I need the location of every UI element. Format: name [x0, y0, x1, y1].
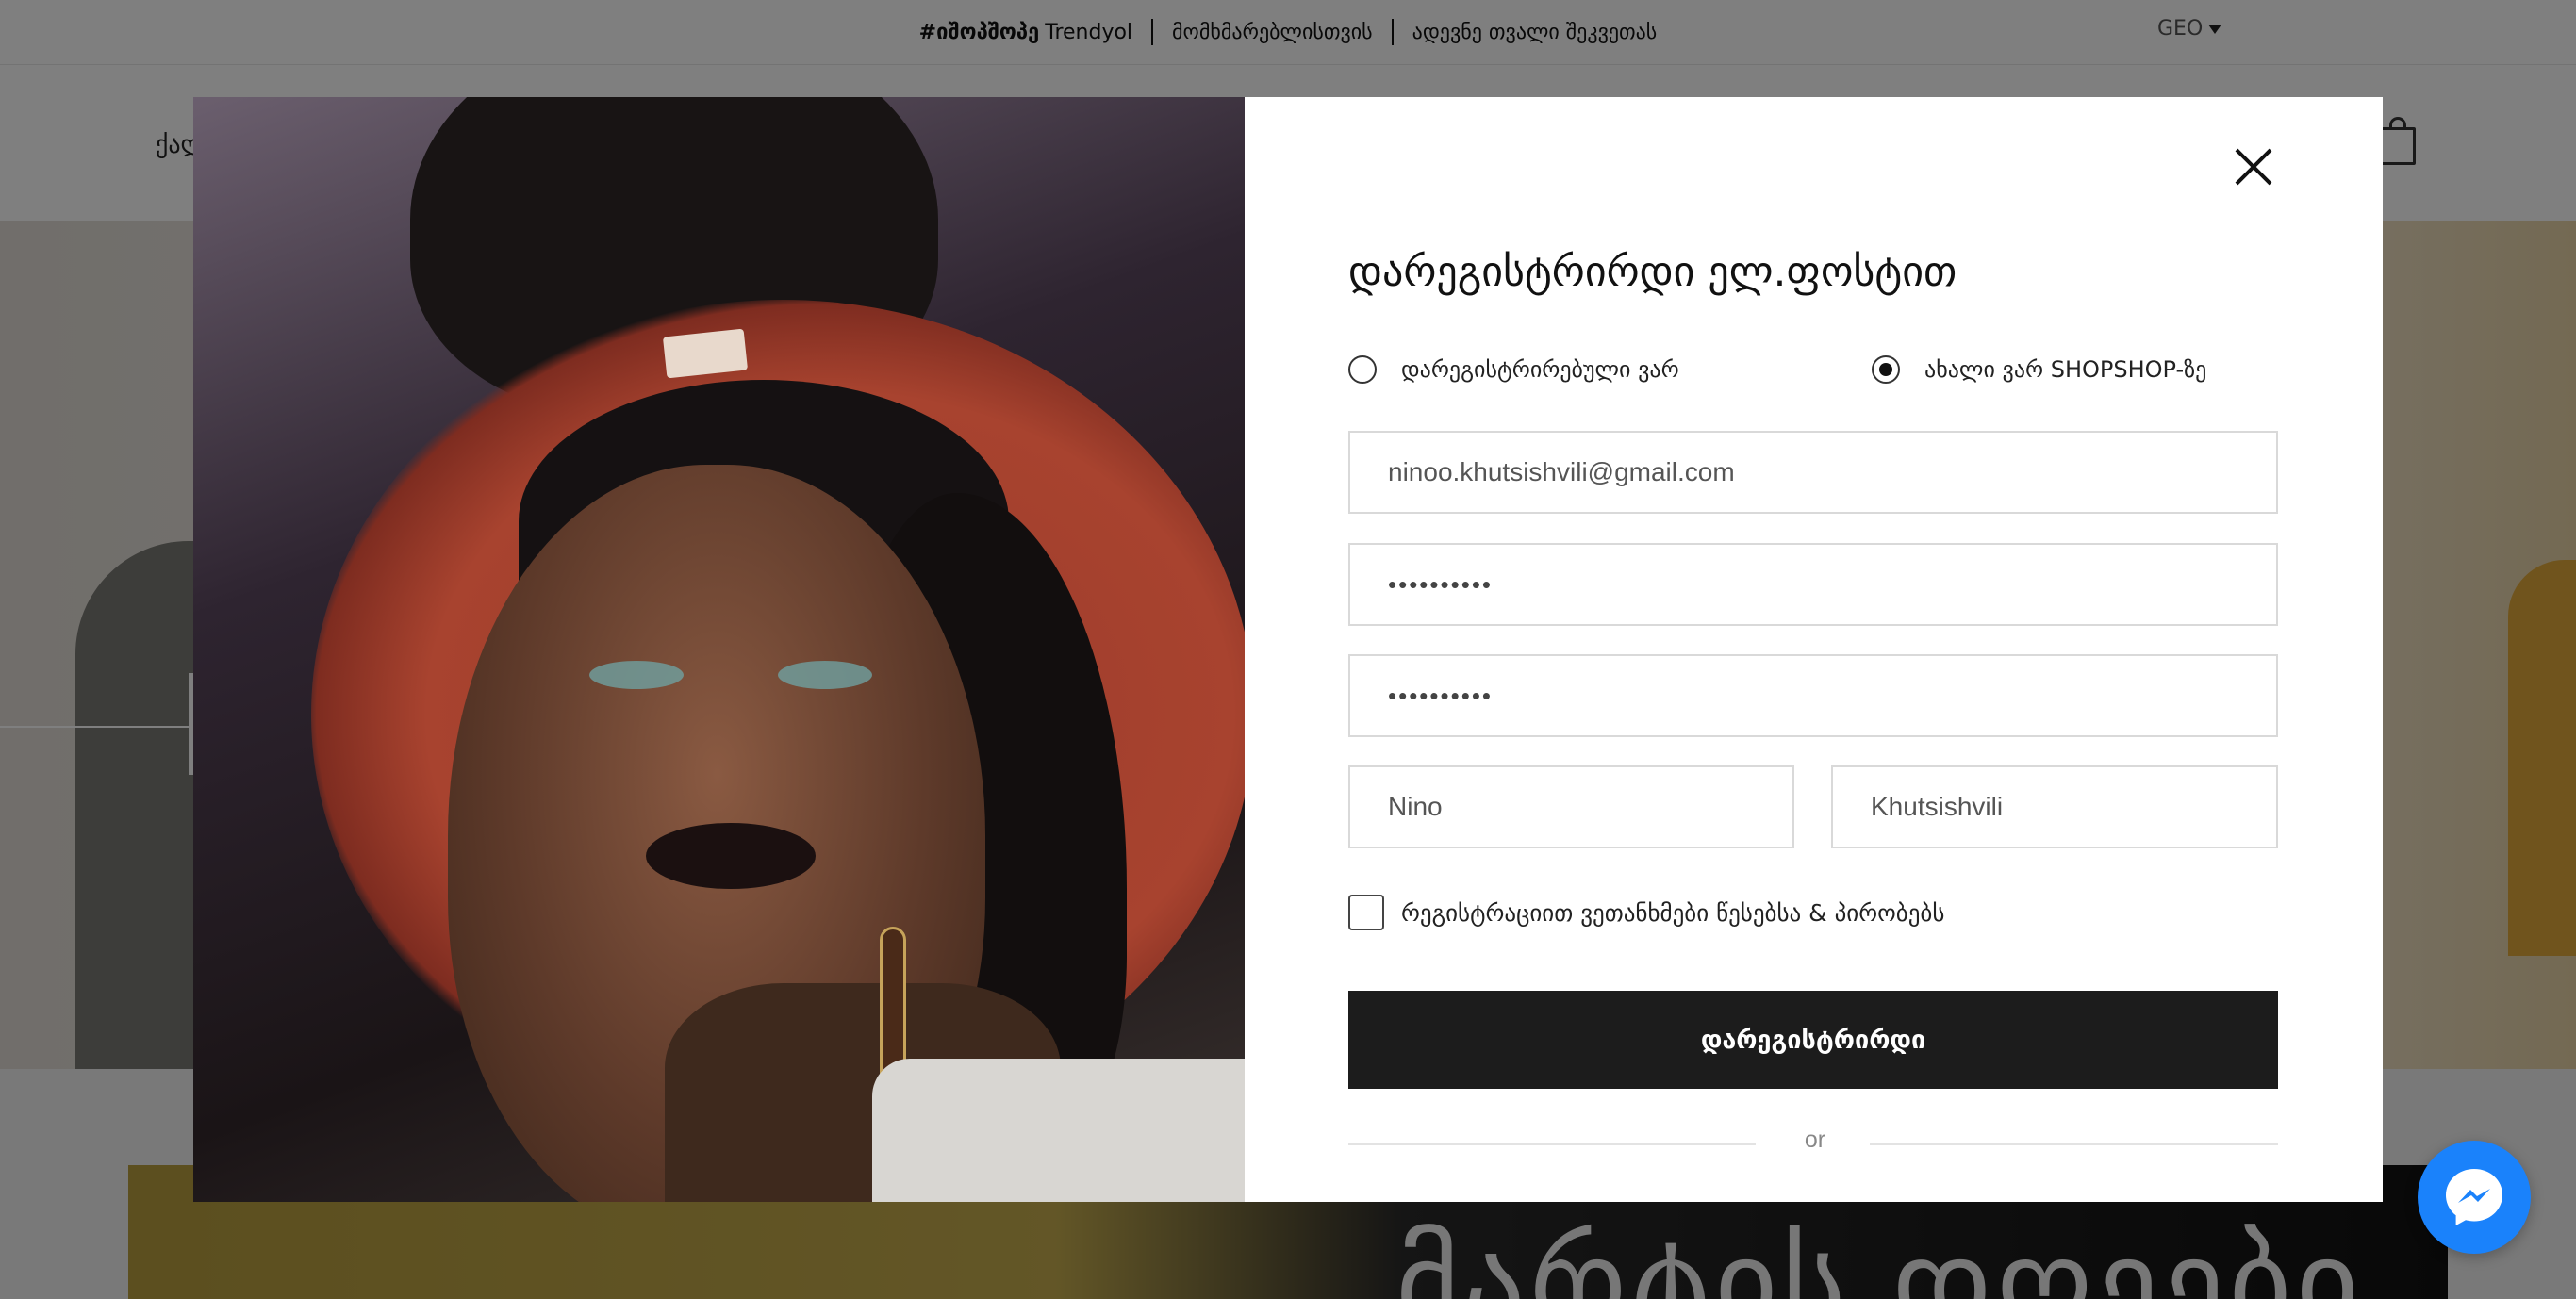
radio-new-user[interactable]: ახალი ვარ SHOPSHOP-ზე: [1872, 355, 2206, 384]
email-field[interactable]: [1348, 431, 2278, 514]
messenger-icon: [2446, 1169, 2502, 1225]
radio-registered[interactable]: დარეგისტრირებული ვარ: [1348, 355, 1679, 384]
radio-registered-label: დარეგისტრირებული ვარ: [1401, 356, 1679, 383]
photo-eye: [589, 661, 684, 689]
password-field[interactable]: [1348, 543, 2278, 626]
first-name-field[interactable]: [1348, 765, 1794, 848]
terms-label[interactable]: რეგისტრაციით ვეთანხმები წესებსა & პირობე…: [1401, 899, 1944, 927]
register-button[interactable]: დარეგისტრირდი: [1348, 991, 2278, 1089]
close-icon: [2235, 148, 2272, 186]
photo-eye: [778, 661, 872, 689]
divider-left: [1348, 1143, 1756, 1145]
photo-lips: [646, 823, 816, 889]
divider-right: [1870, 1143, 2278, 1145]
model-photo: [193, 97, 1245, 1202]
account-type-radio-group: დარეგისტრირებული ვარ ახალი ვარ SHOPSHOP-…: [1348, 355, 2291, 393]
form-title: დარეგისტრირდი ელ.ფოსტით: [1348, 248, 1957, 296]
messenger-chat-button[interactable]: [2418, 1141, 2531, 1254]
photo-bottom-background: [872, 1059, 1245, 1202]
photo-hat-tag: [662, 328, 749, 379]
divider-or: or: [1804, 1126, 1826, 1153]
radio-circle-registered[interactable]: [1348, 355, 1377, 384]
register-form: დარეგისტრირდი ელ.ფოსტით დარეგისტრირებული…: [1245, 97, 2383, 1202]
last-name-field[interactable]: [1831, 765, 2278, 848]
radio-new-user-label: ახალი ვარ SHOPSHOP-ზე: [1924, 356, 2207, 383]
close-button[interactable]: [2225, 139, 2282, 195]
terms-checkbox[interactable]: [1348, 895, 1384, 930]
radio-circle-new-user[interactable]: [1872, 355, 1900, 384]
terms-row: რეგისტრაციით ვეთანხმები წესებსა & პირობე…: [1348, 895, 1944, 930]
register-modal: დარეგისტრირდი ელ.ფოსტით დარეგისტრირებული…: [193, 97, 2383, 1202]
password-confirm-field[interactable]: [1348, 654, 2278, 737]
